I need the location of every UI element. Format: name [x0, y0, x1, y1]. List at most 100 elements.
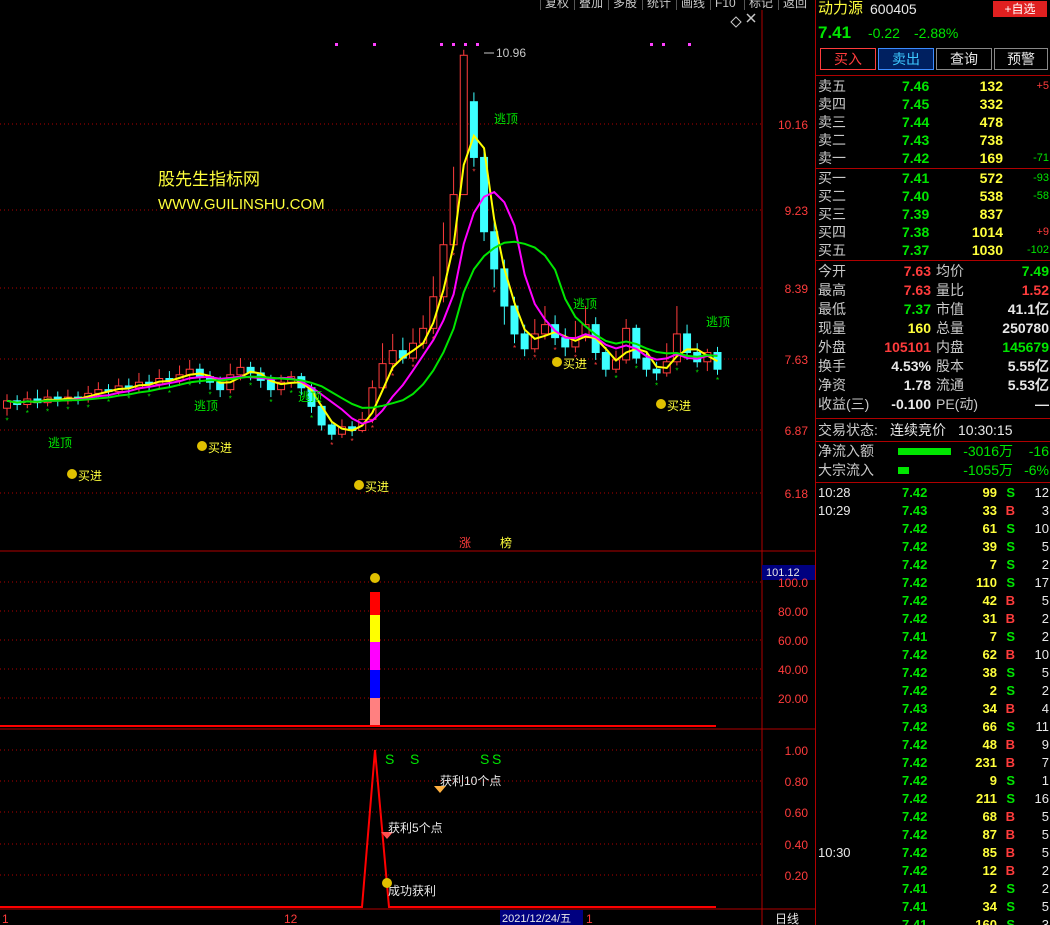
tick-row: 7.41 2 S 2 — [816, 880, 1050, 898]
tick-row: 7.42 68 B 5 — [816, 808, 1050, 826]
signal-dot — [335, 43, 338, 46]
tick-volume: 99 — [982, 485, 997, 500]
tick-row: 7.42 7 S 2 — [816, 556, 1050, 574]
asks-label: 卖五 — [818, 78, 846, 94]
tick-count: 5 — [1041, 827, 1049, 842]
signal-dot — [476, 43, 479, 46]
tick-count: 5 — [1041, 845, 1049, 860]
tick-count: 11 — [1035, 719, 1050, 734]
divider — [816, 260, 1050, 261]
price-axis-label: 7.63 — [785, 353, 809, 367]
high-price-label: 10.96 — [496, 46, 526, 60]
kline-chart[interactable]: 10.16 9.23 8.39 7.63 6.87 6.18 股先生指标网 WWW.GUILI… — [0, 10, 815, 925]
candlestick — [561, 337, 570, 348]
query-button[interactable]: 查询 — [936, 48, 992, 70]
tick-price: 7.42 — [902, 827, 928, 842]
sell-button[interactable]: 卖出 — [878, 48, 934, 70]
sar-dot: * — [269, 398, 272, 407]
tick-volume: 7 — [989, 557, 997, 572]
stat-row: 外盘 105101 内盘 145679 — [816, 338, 1050, 356]
buy-signal-label: 买进 — [208, 441, 232, 455]
tick-side: S — [1006, 881, 1015, 896]
signal-dot — [662, 43, 665, 46]
candlestick — [601, 351, 610, 370]
toolbar-1[interactable]: 叠加 — [574, 0, 607, 10]
toolbar-7[interactable]: 返回 — [778, 0, 811, 10]
tick-price: 7.41 — [902, 881, 928, 896]
toolbar-4[interactable]: 画线 — [676, 0, 709, 10]
success-profit-label: 成功获利 — [388, 884, 436, 898]
candlestick — [642, 357, 651, 370]
add-favorite-button[interactable]: +自选 — [993, 1, 1047, 17]
moving-average-line — [6, 133, 718, 432]
alert-button[interactable]: 预警 — [994, 48, 1048, 70]
indicator-bar — [370, 615, 380, 642]
flow-value: -1055万 — [963, 462, 1013, 478]
stat-row: 最高 7.63 量比 1.52 — [816, 281, 1050, 299]
tick-row: 7.42 61 S 10 — [816, 520, 1050, 538]
bids-row: 买二 7.40 538 -58 — [816, 187, 1050, 205]
toolbar-0[interactable]: 复权 — [540, 0, 573, 10]
asks-label: 卖一 — [818, 150, 846, 166]
indicator-axis-label: 80.00 — [778, 605, 808, 619]
profit-10-label: 获利10个点 — [440, 774, 501, 788]
toolbar-6[interactable]: 标记 — [744, 0, 777, 10]
sar-dot: * — [351, 437, 354, 446]
flow-row: 大宗流入 -1055万 -6% — [816, 461, 1050, 479]
stat-value: 7.49 — [1021, 263, 1049, 279]
sell-signal-mark: S — [492, 751, 501, 767]
stat-value: 7.63 — [903, 282, 931, 298]
tick-side: B — [1005, 827, 1015, 842]
money-bag-icon — [197, 441, 207, 451]
tick-volume: 42 — [982, 593, 997, 608]
sar-dot: * — [533, 353, 536, 362]
bids-row: 买一 7.41 572 -93 — [816, 169, 1050, 187]
tick-count: 9 — [1041, 737, 1049, 752]
toolbar-2[interactable]: 多股 — [608, 0, 641, 10]
stat-label: 外盘 — [818, 339, 846, 355]
tick-count: 4 — [1041, 701, 1049, 716]
stat-label: 最低 — [818, 301, 846, 317]
sar-dot: * — [554, 346, 557, 355]
tick-price: 7.42 — [902, 539, 928, 554]
tick-volume: 9 — [989, 773, 997, 788]
buy-button[interactable]: 买入 — [820, 48, 876, 70]
bids-change: -58 — [1033, 190, 1049, 202]
tick-price: 7.43 — [902, 503, 928, 518]
bids-row: 买五 7.37 1030 -102 — [816, 241, 1050, 259]
bids-label: 买二 — [818, 188, 846, 204]
sar-dot: * — [290, 389, 293, 398]
status-time: 10:30:15 — [958, 422, 1013, 438]
sar-dot: * — [148, 393, 151, 402]
price-axis-label: 10.16 — [778, 118, 808, 132]
indicator-axis-label: 40.00 — [778, 663, 808, 677]
tick-side: S — [1006, 917, 1015, 925]
asks-price: 7.44 — [902, 114, 930, 130]
tick-time: 10:28 — [818, 485, 851, 500]
tick-volume: 33 — [982, 503, 997, 518]
tick-volume: 66 — [982, 719, 997, 734]
tick-row: 7.42 62 B 10 — [816, 646, 1050, 664]
indicator-axis-label: 0.40 — [785, 838, 809, 852]
tick-count: 10 — [1034, 647, 1049, 662]
tick-row: 7.42 38 S 5 — [816, 664, 1050, 682]
tick-price: 7.42 — [902, 737, 928, 752]
tick-count: 17 — [1034, 575, 1049, 590]
stat-row: 收益(三) -0.100 PE(动) — — [816, 395, 1050, 413]
stat-value: 145679 — [1002, 339, 1049, 355]
tick-row: 7.42 66 S 11 — [816, 718, 1050, 736]
tick-side: S — [1006, 791, 1015, 806]
toolbar-5[interactable]: F10 — [710, 0, 740, 10]
stat-label: 内盘 — [936, 339, 964, 355]
price-line: 7.41 -0.22 -2.88% — [816, 24, 1050, 44]
tick-side: B — [1005, 845, 1015, 860]
tick-side: B — [1005, 863, 1015, 878]
tick-volume: 34 — [982, 701, 997, 716]
tick-count: 2 — [1041, 629, 1049, 644]
asks-price: 7.45 — [902, 96, 930, 112]
tick-row: 7.42 39 S 5 — [816, 538, 1050, 556]
tick-row: 7.42 12 B 2 — [816, 862, 1050, 880]
toolbar-3[interactable]: 统计 — [642, 0, 675, 10]
tick-side: B — [1005, 701, 1015, 716]
tick-volume: 12 — [982, 863, 997, 878]
